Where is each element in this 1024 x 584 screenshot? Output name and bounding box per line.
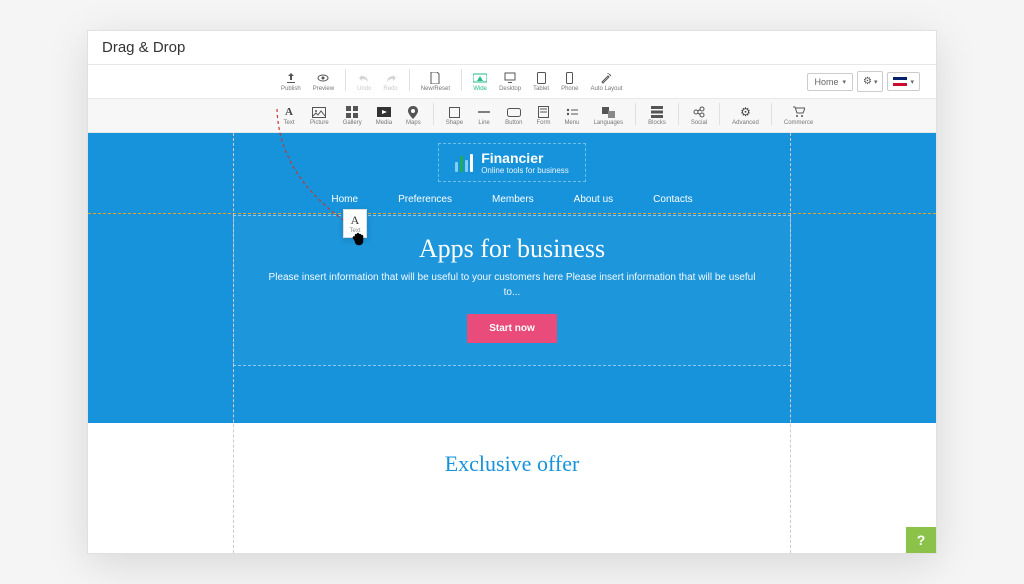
nav-members[interactable]: Members [492, 194, 534, 205]
text-icon: A [282, 105, 296, 119]
element-button[interactable]: Button [499, 103, 528, 128]
wide-icon [473, 71, 487, 85]
languages-icon [601, 105, 615, 119]
element-gallery[interactable]: Gallery [337, 103, 368, 128]
title-bar: Drag & Drop [88, 31, 936, 65]
new-reset-button[interactable]: New/Reset [416, 69, 455, 94]
gear-icon: ⚙ [739, 105, 753, 119]
text-icon: A [344, 213, 366, 228]
main-toolbar: Publish Preview Undo Redo New/Reset [88, 65, 936, 99]
hero-text: Please insert information that will be u… [264, 270, 760, 300]
shape-icon [447, 105, 461, 119]
logo[interactable]: Financier Online tools for business [438, 143, 586, 182]
desktop-icon [503, 71, 517, 85]
tablet-button[interactable]: Tablet [528, 69, 554, 94]
picture-icon [312, 105, 326, 119]
brand-name: Financier [481, 150, 569, 166]
wide-button[interactable]: Wide [468, 69, 492, 94]
grab-cursor-icon [351, 230, 367, 246]
guide-line-v [790, 133, 791, 553]
nav-contacts[interactable]: Contacts [653, 194, 692, 205]
social-icon [692, 105, 706, 119]
element-line[interactable]: Line [471, 103, 497, 128]
settings-button[interactable]: ⚙▾ [857, 71, 883, 92]
gear-icon: ⚙ [863, 76, 872, 87]
section2-title: Exclusive offer [88, 451, 936, 477]
redo-icon [384, 71, 398, 85]
element-languages[interactable]: Languages [587, 103, 629, 128]
redo-button[interactable]: Redo [378, 69, 402, 94]
page-icon [428, 71, 442, 85]
element-blocks[interactable]: Blocks [642, 103, 672, 128]
app-window: Drag & Drop Publish Preview Undo Redo [87, 30, 937, 554]
undo-icon [357, 71, 371, 85]
publish-button[interactable]: Publish [276, 69, 306, 94]
elements-toolbar: A Text Picture Gallery Media Maps [88, 99, 936, 133]
nav-about[interactable]: About us [574, 194, 613, 205]
element-advanced[interactable]: ⚙ Advanced [726, 103, 765, 128]
auto-layout-button[interactable]: Auto Layout [585, 69, 627, 94]
nav-preferences[interactable]: Preferences [398, 194, 452, 205]
hero-title: Apps for business [264, 234, 760, 264]
section-2[interactable]: Exclusive offer [88, 423, 936, 477]
drop-zone[interactable]: Apps for business Please insert informat… [233, 215, 791, 366]
element-commerce[interactable]: Commerce [778, 103, 819, 128]
guide-line-v [233, 133, 234, 553]
phone-button[interactable]: Phone [556, 69, 583, 94]
element-menu[interactable]: Menu [558, 103, 585, 128]
media-icon [377, 105, 391, 119]
element-media[interactable]: Media [370, 103, 398, 128]
guide-line [88, 213, 936, 214]
element-maps[interactable]: Maps [400, 103, 427, 128]
eye-icon [316, 71, 330, 85]
upload-icon [284, 71, 298, 85]
button-icon [507, 105, 521, 119]
help-button[interactable]: ? [906, 527, 936, 553]
element-form[interactable]: Form [530, 103, 556, 128]
form-icon [536, 105, 550, 119]
maps-icon [406, 105, 420, 119]
brand-tagline: Online tools for business [481, 166, 569, 175]
page-selector[interactable]: Home [807, 73, 853, 91]
canvas[interactable]: Financier Online tools for business Home… [88, 133, 936, 553]
desktop-button[interactable]: Desktop [494, 69, 526, 94]
line-icon [477, 105, 491, 119]
nav-home[interactable]: Home [331, 194, 358, 205]
element-social[interactable]: Social [685, 103, 713, 128]
site-nav: Home Preferences Members About us Contac… [88, 194, 936, 205]
element-shape[interactable]: Shape [440, 103, 469, 128]
cart-icon [792, 105, 806, 119]
hero-section[interactable]: Financier Online tools for business Home… [88, 133, 936, 423]
menu-icon [565, 105, 579, 119]
element-text[interactable]: A Text [276, 103, 302, 128]
element-picture[interactable]: Picture [304, 103, 335, 128]
uk-flag-icon [893, 77, 907, 86]
language-button[interactable]: ▾ [887, 72, 920, 91]
gallery-icon [345, 105, 359, 119]
tablet-icon [534, 71, 548, 85]
blocks-icon [650, 105, 664, 119]
cta-button[interactable]: Start now [467, 314, 557, 343]
preview-button[interactable]: Preview [308, 69, 339, 94]
phone-icon [563, 71, 577, 85]
undo-button[interactable]: Undo [352, 69, 376, 94]
logo-icon [455, 154, 473, 172]
wand-icon [599, 71, 613, 85]
